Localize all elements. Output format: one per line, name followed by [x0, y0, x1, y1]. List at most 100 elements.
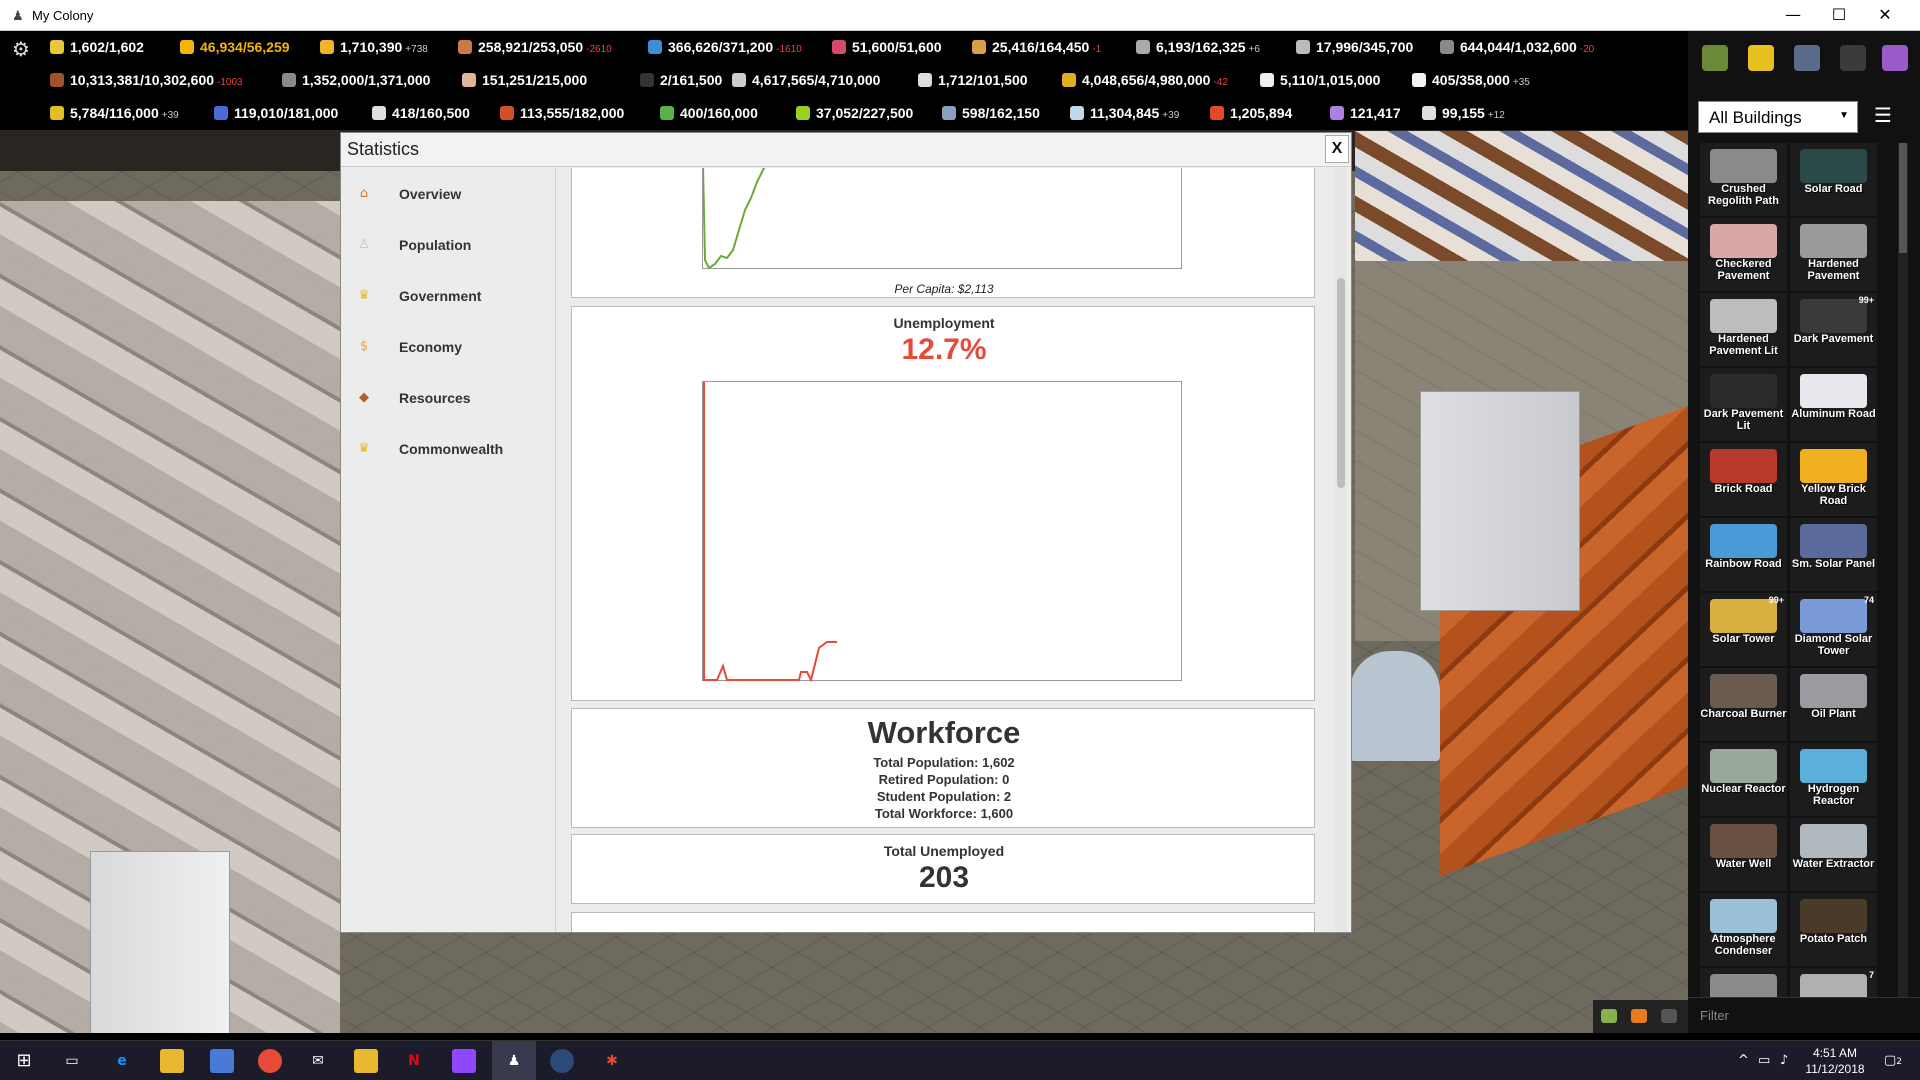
building-tile[interactable]: Crushed Regolith Path	[1700, 143, 1787, 216]
building-tile[interactable]: Diamond Solar Tower 74	[1790, 593, 1877, 666]
edge-browser-icon[interactable]: e	[110, 1049, 134, 1073]
resource-row3-3[interactable]: 113,555/182,000	[500, 105, 624, 121]
steam-icon[interactable]	[550, 1049, 574, 1073]
tower-building[interactable]	[90, 851, 230, 1033]
building-tile[interactable]: Nuclear Reactor	[1700, 743, 1787, 816]
list-view-icon[interactable]: ☰	[1874, 105, 1896, 127]
building-tile[interactable]: Checkered Pavement	[1700, 218, 1787, 291]
build-panel-scroll-thumb[interactable]	[1899, 143, 1907, 253]
chrome-icon[interactable]	[258, 1049, 282, 1073]
building-tile[interactable]: Hardened Pavement	[1790, 218, 1877, 291]
netflix-icon[interactable]: N	[402, 1049, 426, 1073]
resource-row1-4[interactable]: 366,626/371,200 -1610	[648, 39, 802, 55]
resource-row2-5[interactable]: 1,712/101,500	[918, 72, 1028, 88]
resource-row1-7[interactable]: 6,193/162,325 +6	[1136, 39, 1260, 55]
nav-item-economy[interactable]: $ Economy	[341, 327, 556, 367]
building-tile[interactable]: Brick Road	[1700, 443, 1787, 516]
building-tile[interactable]: Hydrogen Reactor	[1790, 743, 1877, 816]
ship-icon[interactable]	[1794, 45, 1820, 71]
resource-row2-3[interactable]: 2/161,500	[640, 72, 722, 88]
resource-row1-3[interactable]: 258,921/253,050 -2610	[458, 39, 612, 55]
resource-row1-5[interactable]: 51,600/51,600	[832, 39, 942, 55]
network-icon[interactable]: ▭	[1758, 1053, 1770, 1068]
nav-item-commonwealth[interactable]: ♛ Commonwealth	[341, 429, 556, 469]
task-view-icon[interactable]: ▭	[60, 1049, 84, 1073]
minimize-button[interactable]: —	[1770, 0, 1816, 31]
resource-row2-8[interactable]: 405/358,000 +35	[1412, 72, 1530, 88]
nav-item-population[interactable]: ♙ Population	[341, 225, 556, 265]
my-colony-app-icon[interactable]: ♟	[502, 1049, 526, 1073]
cast-icon[interactable]	[1661, 1009, 1677, 1023]
resource-row3-8[interactable]: 1,205,894	[1210, 105, 1292, 121]
tray-chevron-icon[interactable]: ^	[1738, 1053, 1749, 1068]
building-tile[interactable]: Rainbow Road	[1700, 518, 1787, 591]
dome-building[interactable]	[1350, 651, 1440, 761]
construction-icon[interactable]	[1748, 45, 1774, 71]
mail-icon[interactable]: ✉	[306, 1049, 330, 1073]
nav-item-overview[interactable]: ⌂ Overview	[341, 174, 556, 214]
notifications-icon[interactable]: ▢2	[1884, 1053, 1902, 1068]
resource-row2-6[interactable]: 4,048,656/4,980,000 -42	[1062, 72, 1228, 88]
building-tile[interactable]: Atmosphere Condenser	[1700, 893, 1787, 966]
resource-row2-2[interactable]: 151,251/215,000	[462, 72, 587, 88]
nav-item-government[interactable]: ♛ Government	[341, 276, 556, 316]
building-tile[interactable]: Solar Tower 99+	[1700, 593, 1787, 666]
resource-row3-0[interactable]: 5,784/116,000 +39	[50, 105, 179, 121]
building-tile[interactable]: Dark Pavement Lit	[1700, 368, 1787, 441]
resource-row2-7[interactable]: 5,110/1,015,000	[1260, 72, 1380, 88]
windows-start-icon[interactable]: ⊞	[12, 1049, 36, 1073]
resource-row2-1[interactable]: 1,352,000/1,371,000	[282, 72, 430, 88]
gift-icon[interactable]	[1601, 1009, 1617, 1023]
battery-icon[interactable]	[1702, 45, 1728, 71]
resource-row3-10[interactable]: 99,155 +12	[1422, 105, 1505, 121]
filter-bar[interactable]: Filter	[1688, 997, 1920, 1033]
statistics-scrollbar[interactable]	[1335, 168, 1347, 932]
building-filter-select[interactable]: All Buildings ▼	[1698, 101, 1858, 133]
building-tile[interactable]: Aluminum Road	[1790, 368, 1877, 441]
media-player-icon[interactable]	[354, 1049, 378, 1073]
build-panel-scrollbar[interactable]	[1898, 143, 1908, 1013]
filter-input[interactable]: Filter	[1700, 1008, 1729, 1023]
resource-row3-6[interactable]: 598/162,150	[942, 105, 1040, 121]
maximize-button[interactable]: ☐	[1816, 0, 1862, 31]
building-tile[interactable]: Charcoal Burner	[1700, 668, 1787, 741]
store-icon[interactable]	[210, 1049, 234, 1073]
potion-icon[interactable]	[1882, 45, 1908, 71]
twitch-icon[interactable]	[452, 1049, 476, 1073]
file-explorer-icon[interactable]	[160, 1049, 184, 1073]
resource-row2-0[interactable]: 10,313,381/10,302,600 -1003	[50, 72, 243, 88]
statistics-content[interactable]: Per Capita: $2,113 Unemployment 12.7% Wo…	[557, 168, 1351, 932]
building-tile[interactable]: Sm. Solar Panel	[1790, 518, 1877, 591]
road-icon[interactable]	[1840, 45, 1866, 71]
building-tile[interactable]: Water Extractor	[1790, 818, 1877, 891]
close-statistics-button[interactable]: X	[1325, 135, 1349, 163]
chat-icon[interactable]	[1631, 1009, 1647, 1023]
volume-icon[interactable]: ♪	[1780, 1053, 1788, 1068]
resource-row3-7[interactable]: 11,304,845 +39	[1070, 105, 1179, 121]
resource-row1-8[interactable]: 17,996/345,700	[1296, 39, 1413, 55]
close-window-button[interactable]: ✕	[1862, 0, 1908, 31]
resource-row1-6[interactable]: 25,416/164,450 -1	[972, 39, 1101, 55]
building-tile[interactable]: Solar Road	[1790, 143, 1877, 216]
resource-row3-5[interactable]: 37,052/227,500	[796, 105, 913, 121]
resource-row2-4[interactable]: 4,617,565/4,710,000	[732, 72, 880, 88]
building-tile[interactable]: Hardened Pavement Lit	[1700, 293, 1787, 366]
statistics-scroll-thumb[interactable]	[1337, 278, 1345, 488]
nav-item-resources[interactable]: ◆ Resources	[341, 378, 556, 418]
building-tile[interactable]: Potato Patch	[1790, 893, 1877, 966]
resource-row3-2[interactable]: 418/160,500	[372, 105, 470, 121]
building-tile[interactable]: Oil Plant	[1790, 668, 1877, 741]
building-tile[interactable]: Yellow Brick Road	[1790, 443, 1877, 516]
resource-row1-1[interactable]: 46,934/56,259	[180, 39, 290, 55]
resource-row1-0[interactable]: 1,602/1,602	[50, 39, 144, 55]
resource-row3-1[interactable]: 119,010/181,000	[214, 105, 338, 121]
resource-row3-9[interactable]: 121,417	[1330, 105, 1401, 121]
system-clock[interactable]: 4:51 AM 11/12/2018	[1800, 1045, 1870, 1077]
app-icon-red[interactable]: ✱	[600, 1049, 624, 1073]
resource-row1-9[interactable]: 644,044/1,032,600 -20	[1440, 39, 1594, 55]
tower-building-right[interactable]	[1420, 391, 1580, 611]
resource-row1-2[interactable]: 1,710,390 +738	[320, 39, 428, 55]
building-tile[interactable]: Dark Pavement 99+	[1790, 293, 1877, 366]
resource-row3-4[interactable]: 400/160,000	[660, 105, 758, 121]
building-tile[interactable]: Water Well	[1700, 818, 1787, 891]
